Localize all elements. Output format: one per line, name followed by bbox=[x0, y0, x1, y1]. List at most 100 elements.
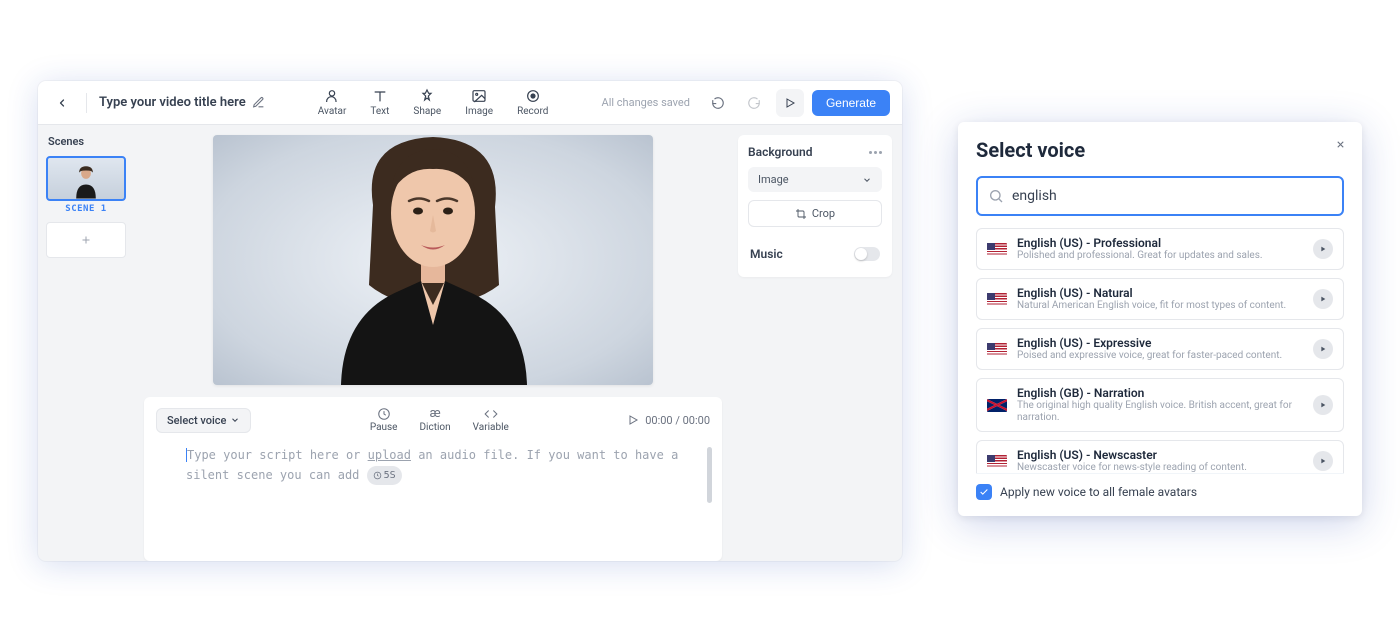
apply-all-checkbox[interactable] bbox=[976, 484, 992, 500]
select-voice-button[interactable]: Select voice bbox=[156, 408, 251, 433]
crop-button[interactable]: Crop bbox=[748, 200, 882, 227]
avatar-figure bbox=[303, 135, 563, 385]
script-tools: Pause æ Diction Variable bbox=[251, 407, 627, 433]
undo-button[interactable] bbox=[704, 89, 732, 117]
check-icon bbox=[979, 487, 989, 497]
video-title-input[interactable]: Type your video title here bbox=[99, 95, 265, 110]
text-icon bbox=[372, 88, 388, 104]
flag-us-icon bbox=[987, 293, 1007, 306]
shape-tool-button[interactable]: Shape bbox=[413, 88, 441, 117]
redo-icon bbox=[747, 96, 761, 110]
background-mode-select[interactable]: Image bbox=[748, 167, 882, 192]
topbar-actions: All changes saved Generate bbox=[602, 89, 890, 117]
flag-us-icon bbox=[987, 455, 1007, 468]
music-title: Music bbox=[750, 247, 783, 261]
voice-play-button[interactable] bbox=[1313, 395, 1333, 415]
background-section-title: Background bbox=[748, 145, 882, 159]
voice-search-input[interactable] bbox=[1012, 188, 1332, 204]
scene-label: SCENE 1 bbox=[65, 204, 106, 214]
top-bar: Type your video title here Avatar Text S… bbox=[38, 81, 902, 125]
pause-tool[interactable]: Pause bbox=[370, 407, 398, 433]
shape-icon bbox=[419, 88, 435, 104]
image-tool-label: Image bbox=[465, 106, 493, 117]
background-card: Background Image Crop Music bbox=[738, 135, 892, 277]
voice-play-button[interactable] bbox=[1313, 339, 1333, 359]
variable-tool[interactable]: Variable bbox=[473, 407, 509, 433]
background-mode-label: Image bbox=[758, 173, 789, 186]
close-icon bbox=[1335, 139, 1346, 150]
voice-option[interactable]: English (US) - Newscaster Newscaster voi… bbox=[976, 440, 1344, 473]
add-scene-button[interactable] bbox=[46, 222, 126, 258]
play-icon bbox=[784, 97, 796, 109]
voice-name: English (US) - Natural bbox=[1017, 286, 1303, 300]
timecode: 00:00 / 00:00 bbox=[645, 414, 710, 427]
voice-play-button[interactable] bbox=[1313, 239, 1333, 259]
voice-option[interactable]: English (US) - Professional Polished and… bbox=[976, 228, 1344, 270]
avatar-tool-button[interactable]: Avatar bbox=[318, 88, 347, 117]
pause-label: Pause bbox=[370, 422, 398, 433]
voice-desc: Poised and expressive voice, great for f… bbox=[1017, 350, 1303, 362]
voice-option[interactable]: English (US) - Expressive Poised and exp… bbox=[976, 328, 1344, 370]
avatar-tool-label: Avatar bbox=[318, 106, 347, 117]
insert-toolbar: Avatar Text Shape Image Record bbox=[273, 88, 594, 117]
modal-title: Select voice bbox=[976, 138, 1344, 162]
properties-panel: Background Image Crop Music bbox=[732, 125, 902, 561]
crop-icon bbox=[795, 208, 807, 220]
flag-us-icon bbox=[987, 243, 1007, 256]
voice-option[interactable]: English (GB) - Narration The original hi… bbox=[976, 378, 1344, 432]
background-title-text: Background bbox=[748, 145, 812, 159]
text-tool-button[interactable]: Text bbox=[370, 88, 389, 117]
canvas-column: Select voice Pause æ Diction bbox=[134, 125, 732, 561]
apply-all-label: Apply new voice to all female avatars bbox=[1000, 485, 1197, 499]
clock-small-icon bbox=[373, 471, 382, 480]
flag-gb-icon bbox=[987, 399, 1007, 412]
music-row: Music bbox=[748, 241, 882, 267]
voice-list: English (US) - Professional Polished and… bbox=[976, 228, 1344, 473]
script-toolbar: Select voice Pause æ Diction bbox=[156, 407, 710, 433]
record-icon bbox=[525, 88, 541, 104]
diction-icon: æ bbox=[428, 407, 442, 421]
voice-name: English (US) - Newscaster bbox=[1017, 448, 1303, 462]
generate-button[interactable]: Generate bbox=[812, 90, 890, 116]
divider bbox=[86, 93, 87, 113]
avatar-thumb-icon bbox=[72, 163, 100, 199]
back-button[interactable] bbox=[50, 91, 74, 115]
modal-footer: Apply new voice to all female avatars bbox=[976, 473, 1344, 500]
video-canvas[interactable] bbox=[213, 135, 653, 385]
crop-label: Crop bbox=[812, 207, 835, 220]
music-toggle[interactable] bbox=[854, 247, 880, 261]
diction-tool[interactable]: æ Diction bbox=[419, 407, 450, 433]
scrollbar-thumb[interactable] bbox=[707, 447, 712, 503]
video-title-text: Type your video title here bbox=[99, 95, 246, 110]
diction-label: Diction bbox=[419, 422, 450, 433]
play-filled-icon bbox=[1319, 345, 1327, 353]
voice-play-button[interactable] bbox=[1313, 451, 1333, 471]
shape-tool-label: Shape bbox=[413, 106, 441, 117]
voice-search[interactable] bbox=[976, 176, 1344, 216]
record-tool-button[interactable]: Record bbox=[517, 88, 548, 117]
image-tool-button[interactable]: Image bbox=[465, 88, 493, 117]
play-filled-icon bbox=[1319, 457, 1327, 465]
chevron-down-icon bbox=[230, 415, 240, 425]
voice-desc: Newscaster voice for news-style reading … bbox=[1017, 462, 1303, 473]
variable-label: Variable bbox=[473, 422, 509, 433]
close-button[interactable] bbox=[1330, 134, 1350, 154]
voice-option[interactable]: English (US) - Natural Natural American … bbox=[976, 278, 1344, 320]
scene-thumbnail-1[interactable] bbox=[46, 156, 126, 201]
script-textarea[interactable]: Type your script here or upload an audio… bbox=[156, 441, 710, 551]
scenes-title: Scenes bbox=[46, 135, 126, 148]
select-voice-modal: Select voice English (US) - Professional… bbox=[958, 122, 1362, 516]
redo-button[interactable] bbox=[740, 89, 768, 117]
play-filled-icon bbox=[1319, 245, 1327, 253]
select-voice-label: Select voice bbox=[167, 414, 226, 427]
voice-name: English (US) - Professional bbox=[1017, 236, 1303, 250]
voice-desc: The original high quality English voice.… bbox=[1017, 400, 1303, 424]
pencil-icon bbox=[252, 96, 265, 109]
voice-play-button[interactable] bbox=[1313, 289, 1333, 309]
scenes-panel: Scenes SCENE 1 bbox=[38, 125, 134, 561]
more-icon[interactable] bbox=[869, 151, 882, 154]
play-outline-icon[interactable] bbox=[627, 414, 639, 426]
undo-icon bbox=[711, 96, 725, 110]
clock-icon bbox=[377, 407, 391, 421]
preview-button[interactable] bbox=[776, 89, 804, 117]
